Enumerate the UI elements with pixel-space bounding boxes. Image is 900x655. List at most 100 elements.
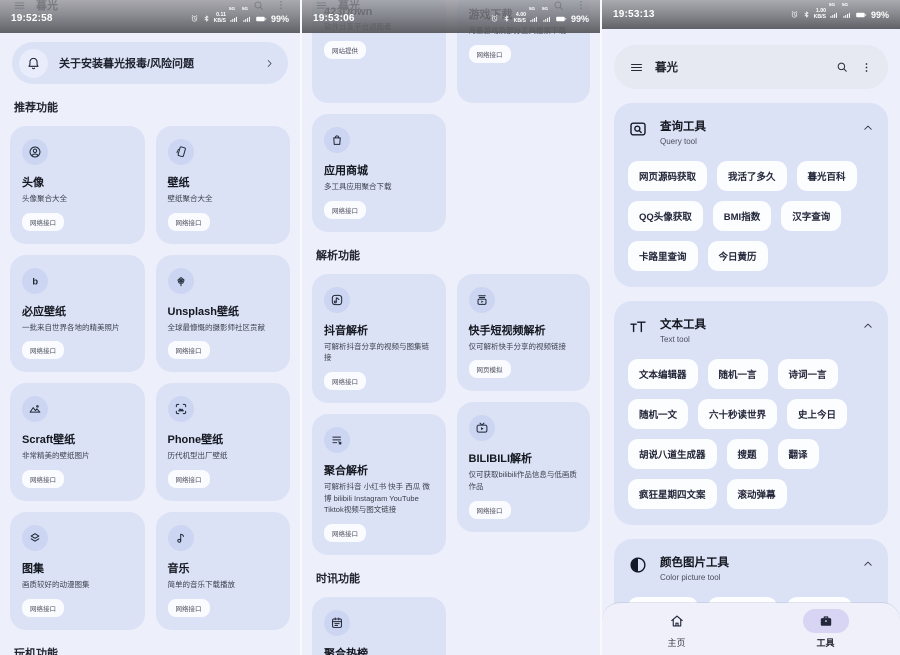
feature-card[interactable]: 聚合热榜知名新闻时讯平台榜单网络接口 xyxy=(312,597,446,655)
feature-card[interactable]: 图集画质较好的动漫图集网络接口 xyxy=(10,512,145,630)
status-bar-scrim: 19:53:13 1.00KB/S 5G 5G 99% xyxy=(602,0,900,29)
tool-chip[interactable]: 汉字查询 xyxy=(781,201,841,231)
tool-card: 查询工具 Query tool 网页源码获取我活了多久暮光百科 QQ头像获取 BMI指数… xyxy=(614,103,888,287)
card-subtitle: 非常精美的壁纸图片 xyxy=(22,450,133,462)
tool-chip[interactable]: QQ头像获取 xyxy=(628,201,703,231)
phone-screen-tools: 19:53:13 1.00KB/S 5G 5G 99% 暮光 xyxy=(600,0,900,655)
card-badge: 网站提供 xyxy=(324,41,366,59)
tool-chip[interactable]: 胡说八道生成器 xyxy=(628,439,717,469)
section-label: 推荐功能 xyxy=(14,99,286,115)
tool-chip[interactable]: 疯狂星期四文案 xyxy=(628,479,717,509)
chevron-right-icon xyxy=(264,58,275,69)
signal-icon xyxy=(542,14,552,24)
tool-chip[interactable]: 滚动弹幕 xyxy=(727,479,787,509)
tool-card-header[interactable]: 查询工具 Query tool xyxy=(628,118,874,146)
tool-chip[interactable]: 翻译 xyxy=(778,439,819,469)
alarm-icon xyxy=(190,14,199,23)
card-title: Unsplash壁纸 xyxy=(168,303,279,319)
flower-icon xyxy=(168,268,194,294)
feature-card[interactable]: b必应壁纸一批来自世界各地的精美照片网络接口 xyxy=(10,255,145,373)
query-icon xyxy=(628,119,648,139)
nav-label: 主页 xyxy=(667,636,685,649)
calendar-icon xyxy=(324,610,350,636)
chevron-up-icon[interactable] xyxy=(862,558,874,570)
card-badge: 网络接口 xyxy=(168,341,210,359)
card-subtitle: 头像聚合大全 xyxy=(22,193,133,205)
battery-percent: 99% xyxy=(271,14,289,24)
feature-card[interactable]: 抖音解析可解析抖音分享的视频与图集链接网络接口 xyxy=(312,274,446,403)
feature-card[interactable]: 应用商城多工具应用聚合下载网络接口 xyxy=(312,114,446,232)
card-subtitle: 仅可获取bilibili作品信息与低画质作品 xyxy=(469,469,579,492)
nav-item-主页[interactable]: 主页 xyxy=(602,603,751,655)
bluetooth-icon xyxy=(202,14,211,23)
card-column: 游戏下载海量游戏及部分工具搜索下载网络接口 xyxy=(457,33,591,232)
nav-item-工具[interactable]: 工具 xyxy=(751,603,900,655)
search-icon[interactable] xyxy=(835,60,849,74)
tool-chip[interactable]: 暮光百科 xyxy=(797,161,857,191)
feature-card[interactable]: Scraft壁纸非常精美的壁纸图片网络接口 xyxy=(10,383,145,501)
tool-chip[interactable]: 六十秒读世界 xyxy=(698,399,777,429)
screen-content: 暮光 查询工具 Query tool 网页源码获取我活了多久暮光百科 QQ头像获取 BM… xyxy=(602,0,900,655)
tool-chip[interactable]: 我活了多久 xyxy=(717,161,787,191)
chevron-up-icon[interactable] xyxy=(862,320,874,332)
battery-icon xyxy=(855,9,867,21)
tool-chip[interactable]: 文本编辑器 xyxy=(628,359,698,389)
tool-chip[interactable]: 卡路里查询 xyxy=(628,241,698,271)
feature-card[interactable]: 快手短视频解析仅可解析快手分享的视频链接网页模拟 xyxy=(457,274,591,392)
tool-card-title: 查询工具 xyxy=(660,118,706,134)
app-bar: 暮光 xyxy=(614,45,888,89)
card-title: 抖音解析 xyxy=(324,322,434,338)
card-subtitle: 多工具应用聚合下载 xyxy=(324,181,434,193)
card-grid: 聚合热榜知名新闻时讯平台榜单网络接口 xyxy=(312,597,590,655)
contrast-icon xyxy=(628,555,648,575)
notification-banner[interactable]: 关于安装暮光报毒/风险问题 xyxy=(12,42,288,84)
tool-chip[interactable]: 网页源码获取 xyxy=(628,161,707,191)
feature-card[interactable]: Phone壁纸历代机型出厂壁纸网络接口 xyxy=(156,383,291,501)
feature-card[interactable]: 头像头像聚合大全网络接口 xyxy=(10,126,145,244)
network-speed: 1.00KB/S xyxy=(814,9,826,20)
battery-percent: 99% xyxy=(871,10,889,20)
section-label: 解析功能 xyxy=(316,247,586,263)
card-title: 图集 xyxy=(22,560,133,576)
status-time: 19:53:06 xyxy=(313,13,355,24)
card-column xyxy=(457,597,591,655)
feature-card[interactable]: 聚合解析可解析抖音 小红书 快手 西瓜 微博 bilibili Instagra… xyxy=(312,414,446,555)
toolbox-icon xyxy=(803,609,849,633)
tool-chip[interactable]: 诗词一言 xyxy=(778,359,838,389)
tool-card-header[interactable]: 文本工具Text tool xyxy=(628,316,874,344)
feature-card[interactable]: Unsplash壁纸全球最慷慨的摄影师社区贡献网络接口 xyxy=(156,255,291,373)
tool-chip[interactable]: 随机一文 xyxy=(628,399,688,429)
card-title: 必应壁纸 xyxy=(22,303,133,319)
card-grid: 头像头像聚合大全网络接口b必应壁纸一批来自世界各地的精美照片网络接口Scraft… xyxy=(10,126,290,630)
tool-chip[interactable]: 搜题 xyxy=(727,439,768,469)
card-column: 423Down软件分享平台领跑者网站提供应用商城多工具应用聚合下载网络接口 xyxy=(312,33,446,232)
card-subtitle: 可解析抖音 小红书 快手 西瓜 微博 bilibili Instagram Yo… xyxy=(324,481,434,516)
hamburger-icon[interactable] xyxy=(629,60,644,75)
tool-card-subtitle: Query tool xyxy=(660,137,706,146)
signal-icon xyxy=(242,14,252,24)
kebab-menu-icon[interactable] xyxy=(860,61,873,74)
tool-chip[interactable]: BMI指数 xyxy=(713,201,771,231)
card-title: 头像 xyxy=(22,174,133,190)
tool-chip[interactable]: 今日黄历 xyxy=(708,241,768,271)
signal-icon xyxy=(529,14,539,24)
feature-card[interactable]: BILIBILI解析仅可获取bilibili作品信息与低画质作品网络接口 xyxy=(457,402,591,531)
card-column: 聚合热榜知名新闻时讯平台榜单网络接口 xyxy=(312,597,446,655)
home-icon xyxy=(654,609,700,633)
card-badge: 网络接口 xyxy=(168,599,210,617)
card-column: 快手短视频解析仅可解析快手分享的视频链接网页模拟BILIBILI解析仅可获取bi… xyxy=(457,274,591,555)
feature-card[interactable]: 音乐简单的音乐下载播放网络接口 xyxy=(156,512,291,630)
tool-card-header[interactable]: 颜色图片工具Color picture tool xyxy=(628,554,874,582)
card-subtitle: 画质较好的动漫图集 xyxy=(22,579,133,591)
layers-icon xyxy=(22,525,48,551)
chevron-up-icon[interactable] xyxy=(862,122,874,134)
card-title: 聚合热榜 xyxy=(324,645,434,655)
tool-card-title: 文本工具 xyxy=(660,316,706,332)
tool-chip[interactable]: 随机一言 xyxy=(708,359,768,389)
tv-icon xyxy=(469,415,495,441)
feature-card[interactable]: 壁纸壁纸聚合大全网络接口 xyxy=(156,126,291,244)
card-subtitle: 一批来自世界各地的精美照片 xyxy=(22,322,133,334)
tool-chip[interactable]: 史上今日 xyxy=(787,399,847,429)
card-badge: 网络接口 xyxy=(168,213,210,231)
network-speed: 0.11KB/S xyxy=(214,13,226,24)
